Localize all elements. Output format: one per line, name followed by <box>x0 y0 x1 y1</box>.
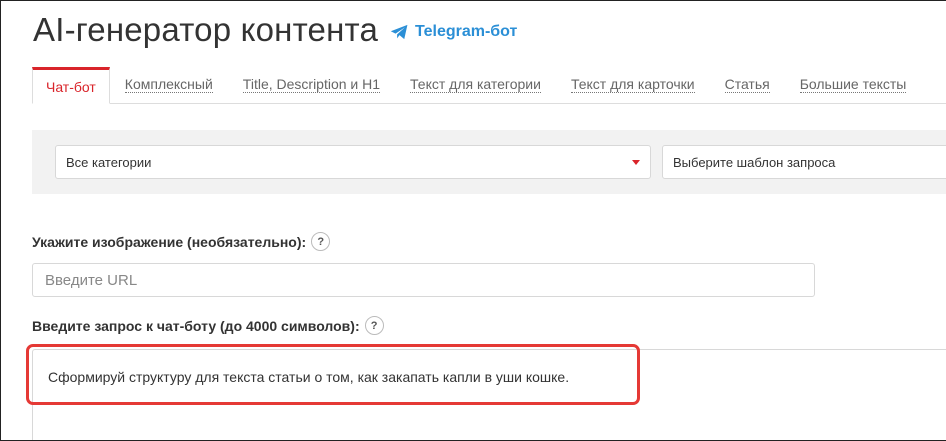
query-field-label: Введите запрос к чат-боту (до 4000 симво… <box>32 316 384 335</box>
tab-chat-bot[interactable]: Чат-бот <box>32 67 110 104</box>
tab-long-texts[interactable]: Большие тексты <box>785 66 922 103</box>
template-select-value: Выберите шаблон запроса <box>673 154 836 170</box>
page-frame: AI-генератор контента Telegram-бот Чат-б… <box>0 0 946 441</box>
page-header: AI-генератор контента Telegram-бот <box>33 11 517 49</box>
filter-panel: Все категории Выберите шаблон запроса <box>32 130 946 194</box>
telegram-bot-label: Telegram-бот <box>415 23 518 40</box>
tab-article[interactable]: Статья <box>710 66 785 103</box>
tab-card-text[interactable]: Текст для карточки <box>556 66 710 103</box>
image-url-input[interactable] <box>32 263 815 297</box>
category-select-value: Все категории <box>66 154 152 170</box>
template-select[interactable]: Выберите шаблон запроса <box>662 145 946 179</box>
content-type-tabs: Чат-бот Комплексный Title, Description и… <box>32 67 946 104</box>
category-select[interactable]: Все категории <box>55 145 651 179</box>
help-icon[interactable]: ? <box>311 232 331 251</box>
help-icon[interactable]: ? <box>364 316 384 335</box>
tab-complex[interactable]: Комплексный <box>110 66 228 103</box>
chevron-down-icon <box>632 160 640 165</box>
tab-category-text[interactable]: Текст для категории <box>395 66 556 103</box>
page-title: AI-генератор контента <box>33 11 379 48</box>
telegram-icon <box>390 24 408 40</box>
telegram-bot-link[interactable]: Telegram-бот <box>390 23 517 41</box>
image-field-label: Укажите изображение (необязательно): ? <box>32 232 331 251</box>
tab-title-description-h1[interactable]: Title, Description и H1 <box>228 66 395 103</box>
annotation-highlight-box <box>26 344 640 405</box>
